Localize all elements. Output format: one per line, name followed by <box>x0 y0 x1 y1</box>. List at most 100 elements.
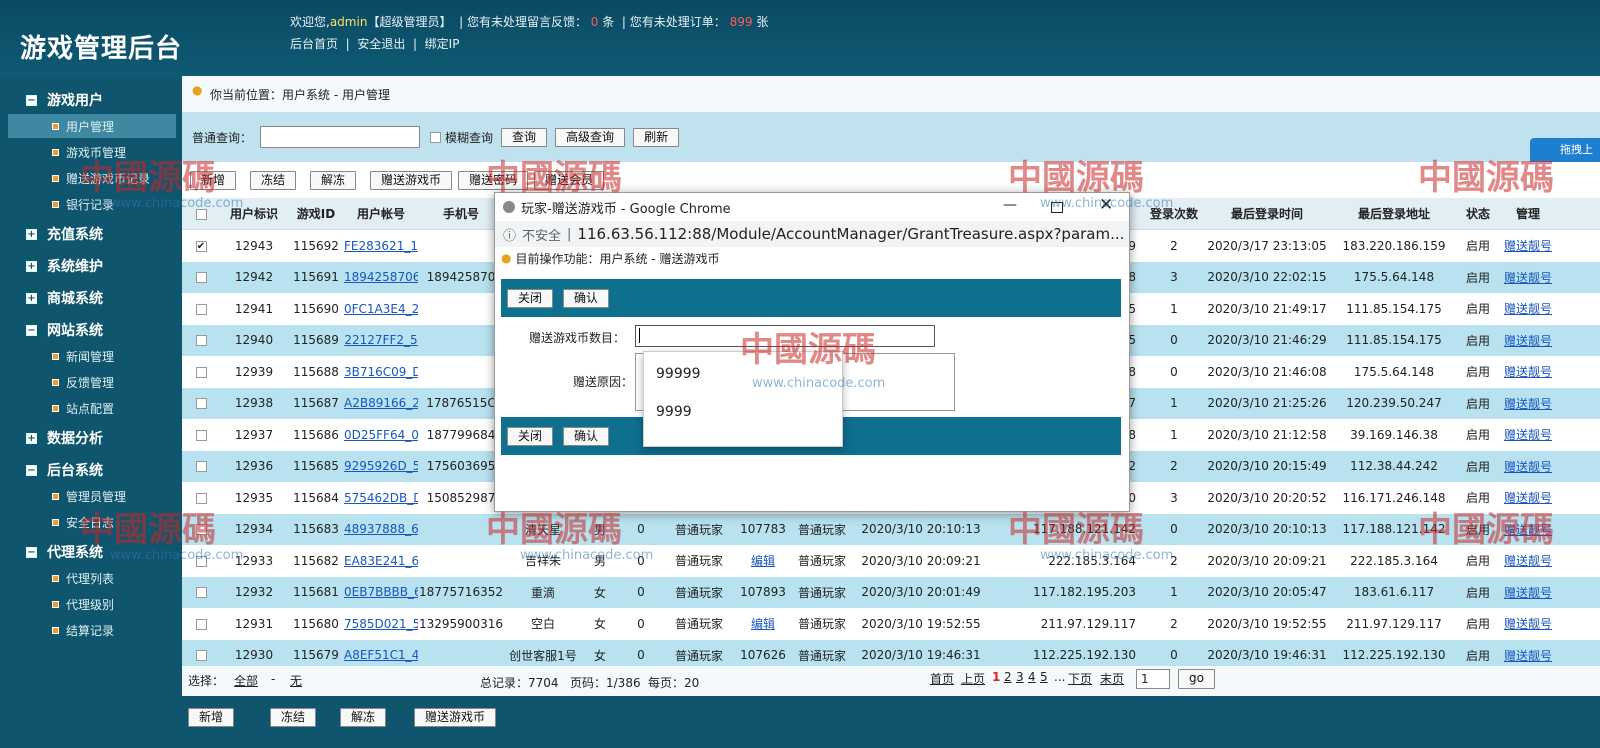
cell-acc[interactable]: 0EB7BBBB_6 <box>344 585 418 599</box>
cell-op[interactable]: 赠送靓号 <box>1498 584 1558 601</box>
cell-acc[interactable]: 9295926D_5 <box>344 459 418 473</box>
row-checkbox[interactable] <box>195 618 207 630</box>
bottom-unfreeze-button[interactable]: 解冻 <box>340 708 387 727</box>
sidebar-item-user-management[interactable]: 用户管理 <box>8 114 176 138</box>
bottom-freeze-button[interactable]: 冻结 <box>270 708 317 727</box>
search-input[interactable] <box>260 126 421 148</box>
cell-acc[interactable]: 3B716C09_D <box>344 365 418 379</box>
cell-op[interactable]: 赠送靓号 <box>1498 300 1558 317</box>
sidebar-section-game-users[interactable]: − 游戏用户 <box>26 90 103 110</box>
sidebar-section-recharge[interactable]: + 充值系统 <box>26 224 103 244</box>
cell-op[interactable]: 赠送靓号 <box>1498 615 1558 632</box>
cell-regtime: 2020/3/10 19:52:55 <box>861 616 981 631</box>
row-checkbox[interactable] <box>195 587 207 599</box>
cell-acc[interactable]: 7585D021_5 <box>344 617 418 631</box>
bind-ip-link[interactable]: 绑定IP <box>425 37 460 51</box>
cell-acc[interactable]: 1894258706 <box>344 270 418 284</box>
sidebar-item-feedback[interactable]: 反馈管理 <box>52 374 114 391</box>
table-row[interactable]: 12934 115683 48937888_6 清天星男 0 普通玩家 107783 普通玩家… <box>182 513 1600 545</box>
goto-page-input[interactable]: 1 <box>1136 669 1170 689</box>
bottom-gift-coin-button[interactable]: 赠送游戏币 <box>414 708 497 727</box>
last-page-link[interactable]: 末页 <box>1100 670 1124 687</box>
cell-op[interactable]: 赠送靓号 <box>1498 395 1558 412</box>
sidebar-section-mall[interactable]: + 商城系统 <box>26 288 103 308</box>
fuzzy-checkbox[interactable] <box>430 131 442 143</box>
cell-acc[interactable]: 22127FF2_5 <box>344 333 418 347</box>
cell-op[interactable]: 赠送靓号 <box>1498 426 1558 443</box>
cell-acc[interactable]: 48937888_6 <box>344 522 418 536</box>
freeze-button[interactable]: 冻结 <box>250 170 297 190</box>
go-button[interactable]: go <box>1178 669 1215 689</box>
row-checkbox[interactable] <box>195 303 207 315</box>
table-row[interactable]: 12933 115682 EA83E241_6 吉祥朱男 0 普通玩家 编辑 普通玩家 2020… <box>182 545 1600 577</box>
sidebar-item-site-config[interactable]: 站点配置 <box>52 400 114 417</box>
cell-n2[interactable]: 编辑 <box>734 552 792 569</box>
sidebar-section-maintenance[interactable]: + 系统维护 <box>26 256 103 276</box>
cell-op[interactable]: 赠送靓号 <box>1498 237 1558 254</box>
unfreeze-button[interactable]: 解冻 <box>310 170 357 190</box>
sidebar-section-analytics[interactable]: + 数据分析 <box>26 428 103 448</box>
page-2[interactable]: 2 <box>1004 670 1012 684</box>
cell-acc[interactable]: EA83E241_6 <box>344 554 418 568</box>
row-checkbox[interactable] <box>195 335 207 347</box>
sidebar-item-agent-level[interactable]: 代理级别 <box>52 596 114 613</box>
cell-op[interactable]: 赠送靓号 <box>1498 332 1558 349</box>
dialog-close-button-bottom[interactable]: 关闭 <box>507 426 554 446</box>
cell-op[interactable]: 赠送靓号 <box>1498 269 1558 286</box>
page-1[interactable]: 1 <box>992 670 1000 684</box>
gift-coin-button[interactable]: 赠送游戏币 <box>370 170 453 190</box>
sidebar-section-admin[interactable]: − 后台系统 <box>26 460 103 480</box>
row-checkbox[interactable] <box>195 429 207 441</box>
select-none-link[interactable]: 无 <box>290 672 302 689</box>
cell-n2[interactable]: 编辑 <box>734 615 792 632</box>
page-5[interactable]: 5 <box>1040 670 1048 684</box>
cell-acc[interactable]: 575462DB_D <box>344 491 418 505</box>
cell-acc[interactable]: A2B89166_2 <box>344 396 418 410</box>
cell-op[interactable]: 赠送靓号 <box>1498 552 1558 569</box>
suggestion-item[interactable]: 99999 <box>656 366 701 382</box>
cell-type2: 普通玩家 <box>797 585 846 600</box>
minimize-icon[interactable]: — <box>1003 197 1017 213</box>
cell-op[interactable]: 赠送靓号 <box>1498 647 1558 664</box>
first-page-link[interactable]: 首页 <box>930 670 954 687</box>
cell-acc[interactable]: A8EF51C1_4 <box>344 648 418 662</box>
row-checkbox[interactable] <box>195 366 207 378</box>
home-link[interactable]: 后台首页 <box>290 37 338 51</box>
cell-cnt: 0 <box>1170 648 1178 663</box>
table-row[interactable]: 12931 115680 7585D021_5 13295900316 空白 女 0 普通玩家… <box>182 608 1600 640</box>
query-button[interactable]: 查询 <box>501 127 548 147</box>
cell-acc[interactable]: 0FC1A3E4_2 <box>344 302 418 316</box>
logout-link[interactable]: 安全退出 <box>357 37 405 51</box>
sidebar-section-website[interactable]: − 网站系统 <box>26 320 103 340</box>
page-3[interactable]: 3 <box>1016 670 1024 684</box>
dialog-confirm-button[interactable]: 确认 <box>563 288 610 308</box>
info-icon: ⓘ <box>503 228 517 244</box>
cell-op[interactable]: 赠送靓号 <box>1498 458 1558 475</box>
cell-regtime: 2020/3/10 20:10:13 <box>861 522 981 537</box>
cell-acc[interactable]: FE283621_1 <box>344 239 418 253</box>
next-page-link[interactable]: 下页 <box>1068 670 1092 687</box>
select-all-link[interactable]: 全部 <box>234 672 258 689</box>
bottom-add-button[interactable]: 新增 <box>188 708 235 727</box>
cell-op[interactable]: 赠送靓号 <box>1498 363 1558 380</box>
refresh-button[interactable]: 刷新 <box>633 127 680 147</box>
cell-acc[interactable]: 0D25FF64_0 <box>344 428 418 442</box>
suggestion-item[interactable]: 9999 <box>656 404 692 420</box>
row-checkbox[interactable] <box>195 272 207 284</box>
cell-cnt: 0 <box>1170 522 1178 537</box>
row-checkbox[interactable] <box>195 461 207 473</box>
dialog-close-button[interactable]: 关闭 <box>507 288 554 308</box>
table-row[interactable]: 12932 115681 0EB7BBBB_6 18775716352 重滴 女 0 普通玩家… <box>182 576 1600 608</box>
page-4[interactable]: 4 <box>1028 670 1036 684</box>
sidebar-item-settlement[interactable]: 结算记录 <box>52 622 114 639</box>
advanced-query-button[interactable]: 高级查询 <box>555 127 626 147</box>
prev-page-link[interactable]: 上页 <box>961 670 985 687</box>
dialog-url[interactable]: 116.63.56.112:88/Module/AccountManager/G… <box>577 225 1124 243</box>
sidebar-item-news[interactable]: 新闻管理 <box>52 348 114 365</box>
row-checkbox[interactable] <box>195 650 207 662</box>
sidebar-item-agent-list[interactable]: 代理列表 <box>52 570 114 587</box>
row-checkbox[interactable] <box>195 398 207 410</box>
row-checkbox[interactable] <box>195 240 207 252</box>
dialog-confirm-button-bottom[interactable]: 确认 <box>563 426 610 446</box>
pagination-bar: 选择： 全部 - 无 总记录：7704 页码：1/386 每页：20 首页 上页… <box>182 666 1600 696</box>
